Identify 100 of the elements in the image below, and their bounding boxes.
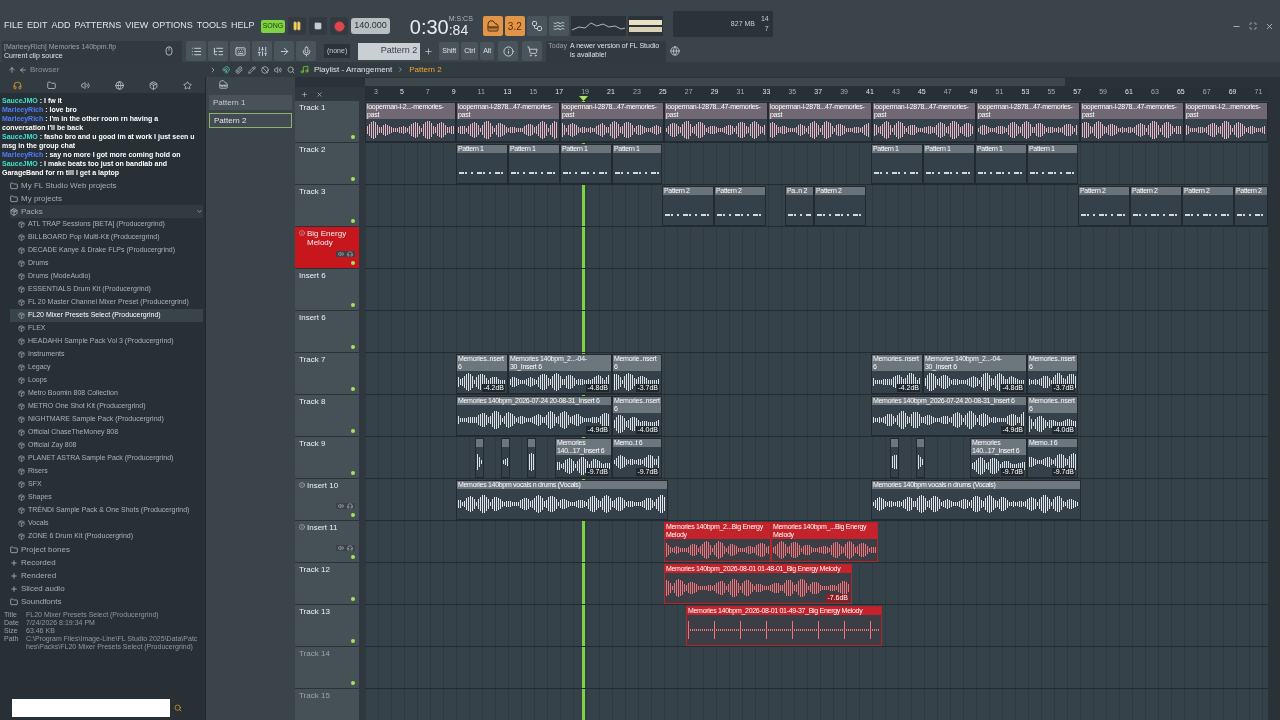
browser-folder[interactable]: Recorded — [10, 556, 203, 569]
star-icon[interactable] — [183, 80, 193, 90]
track-header[interactable]: Track 8 — [295, 395, 359, 437]
track-header[interactable]: Track 9 — [295, 437, 359, 479]
browser-folder[interactable]: Rendered — [10, 569, 203, 582]
track-led-icon[interactable] — [351, 345, 355, 349]
menu-item[interactable]: ADD — [51, 19, 71, 33]
folder-label: Recorded — [21, 556, 56, 569]
count-toggle[interactable]: 3.2 — [504, 16, 525, 36]
track-name: Track 12 — [299, 565, 330, 574]
close-icon[interactable] — [316, 90, 323, 98]
track-led-icon[interactable] — [351, 303, 355, 307]
track-led-icon[interactable] — [351, 471, 355, 475]
menu-item[interactable]: FILE — [4, 19, 23, 33]
speaker-icon[interactable] — [338, 251, 344, 257]
audio-clip[interactable] — [527, 438, 536, 478]
pencil-icon[interactable] — [248, 65, 256, 74]
song-time: 0:30 — [409, 17, 449, 37]
paperclip-icon[interactable] — [235, 65, 243, 74]
pack-icon — [18, 403, 25, 410]
add-track-icon[interactable] — [301, 90, 308, 98]
track-led-icon[interactable] — [351, 387, 355, 391]
folder-icon[interactable] — [46, 80, 56, 90]
monitor-icon[interactable] — [347, 503, 353, 509]
track-led-icon[interactable] — [351, 135, 355, 139]
microphone-button[interactable] — [296, 41, 316, 61]
track-header[interactable]: Insert 11 — [295, 521, 359, 563]
menu-item[interactable]: HELP — [231, 19, 255, 33]
globe-icon[interactable] — [115, 80, 125, 90]
monitor-icon[interactable] — [347, 251, 353, 257]
menu-item[interactable]: EDIT — [27, 19, 48, 33]
speaker-icon[interactable] — [338, 545, 344, 551]
track-header[interactable]: Track 13 — [295, 605, 359, 647]
track-led-icon[interactable] — [351, 177, 355, 181]
track-led-icon[interactable] — [351, 639, 355, 643]
browser-folder[interactable]: Sliced audio — [10, 582, 203, 595]
menu-item[interactable]: TOOLS — [196, 19, 228, 33]
track-header[interactable]: Insert 6 — [295, 311, 359, 353]
pattern-item[interactable]: Pattern 2 — [209, 113, 292, 128]
track-header[interactable]: Track 3 — [295, 185, 359, 227]
close-icon[interactable] — [1265, 21, 1274, 31]
magnet-icon[interactable] — [222, 65, 230, 74]
browser-folder[interactable]: Soundfonts — [10, 595, 203, 608]
track-led-icon[interactable] — [351, 597, 355, 601]
stop-button[interactable] — [309, 17, 328, 35]
mute-icon[interactable] — [274, 65, 282, 74]
browser-folder[interactable]: My FL Studio Web projects — [10, 179, 203, 192]
pause-button[interactable] — [288, 17, 307, 35]
add-pattern-icon[interactable] — [424, 46, 434, 56]
globe-icon[interactable] — [670, 46, 681, 56]
maximize-icon[interactable] — [1249, 22, 1257, 30]
mixer-button[interactable] — [252, 41, 272, 61]
playlist-pattern-link[interactable]: Pattern 2 — [409, 63, 442, 76]
menu-item[interactable]: PATTERNS — [74, 19, 122, 33]
audio-clip[interactable] — [916, 438, 925, 478]
track-led-icon[interactable] — [351, 555, 355, 559]
track-header[interactable]: Track 7 — [295, 353, 359, 395]
track-led-icon[interactable] — [351, 429, 355, 433]
vertical-scrollbar[interactable] — [1268, 87, 1280, 720]
tempo-display[interactable]: 140.000 — [351, 18, 390, 34]
search-field[interactable] — [12, 699, 170, 717]
track-header[interactable]: Track 2 — [295, 143, 359, 185]
pattern-item[interactable]: Pattern 1 — [209, 95, 292, 110]
audio-clip[interactable] — [475, 438, 484, 478]
browser-folder[interactable]: Packs — [10, 205, 203, 218]
pattern-selector[interactable]: Pattern 2 — [358, 42, 421, 60]
browser-folder[interactable]: Project bones — [10, 543, 203, 556]
track-led-icon[interactable] — [351, 261, 355, 265]
up-icon[interactable] — [8, 65, 16, 74]
delete-icon[interactable] — [261, 65, 269, 74]
zoom-icon[interactable] — [287, 65, 295, 74]
audio-clip[interactable] — [890, 438, 899, 478]
speaker-icon[interactable] — [80, 80, 90, 90]
track-header[interactable]: Track 12 — [295, 563, 359, 605]
monitor-icon[interactable] — [347, 545, 353, 551]
overview-scrollbar[interactable] — [365, 78, 1065, 86]
mouse-icon — [164, 46, 174, 56]
speaker-icon[interactable] — [338, 503, 344, 509]
menu-item[interactable]: VIEW — [125, 19, 149, 33]
headphones-icon[interactable] — [12, 80, 22, 90]
cart-button[interactable] — [522, 41, 543, 61]
track-led-icon[interactable] — [351, 681, 355, 685]
track-header[interactable]: Track 1 — [295, 101, 359, 143]
track-led-icon[interactable] — [351, 219, 355, 223]
package-icon[interactable] — [149, 80, 159, 90]
track-header[interactable]: Insert 10 — [295, 479, 359, 521]
piano-button[interactable] — [482, 16, 503, 36]
piano-roll-button[interactable] — [230, 41, 250, 61]
help-button[interactable] — [498, 41, 519, 61]
search-icon[interactable] — [174, 704, 182, 712]
track-header[interactable]: Big Energy Melody — [295, 227, 359, 269]
arrow-button[interactable] — [274, 41, 294, 61]
curve-button[interactable] — [548, 16, 569, 36]
track-led-icon[interactable] — [351, 513, 355, 517]
browser-folder[interactable]: My projects — [10, 192, 203, 205]
track-header[interactable]: Insert 6 — [295, 269, 359, 311]
audio-clip[interactable] — [501, 438, 510, 478]
menu-item[interactable]: OPTIONS — [152, 19, 193, 33]
list-button[interactable] — [208, 41, 228, 61]
back-icon[interactable] — [19, 65, 27, 74]
